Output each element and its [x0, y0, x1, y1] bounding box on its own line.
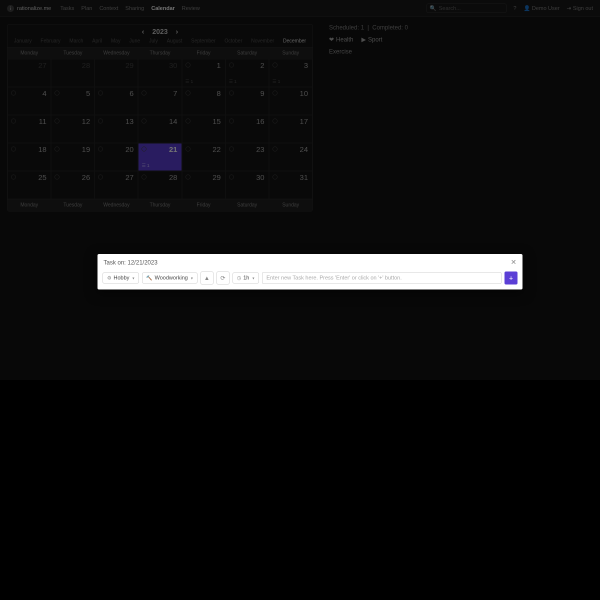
close-icon[interactable]: ✕	[511, 258, 517, 267]
chevron-down-icon	[190, 275, 193, 281]
modal-backdrop[interactable]	[0, 0, 600, 380]
task-input[interactable]	[262, 272, 502, 284]
category-label: Hobby	[113, 275, 129, 281]
flame-icon: ▲	[204, 275, 210, 282]
tool-icon: 🔨	[146, 275, 152, 281]
chevron-down-icon	[131, 275, 134, 281]
recurrence-button[interactable]: ⟳	[216, 272, 229, 285]
subcategory-dropdown[interactable]: 🔨 Woodworking	[142, 273, 197, 284]
priority-button[interactable]: ▲	[200, 272, 213, 285]
chevron-down-icon	[251, 275, 254, 281]
duration-label: 1h	[243, 275, 249, 281]
subcategory-label: Woodworking	[155, 275, 188, 281]
clock-icon: ◷	[237, 275, 241, 281]
gear-icon: ⚙	[107, 275, 111, 281]
app-shell: i rationalize.me TasksPlanContextSharing…	[0, 0, 600, 380]
repeat-icon: ⟳	[220, 275, 225, 282]
new-task-modal: Task on: 12/21/2023 ✕ ⚙ Hobby 🔨 Woodwork…	[98, 254, 523, 290]
add-task-button[interactable]: +	[505, 272, 518, 285]
duration-dropdown[interactable]: ◷ 1h	[232, 273, 259, 284]
modal-title: Task on: 12/21/2023	[104, 259, 158, 266]
category-dropdown[interactable]: ⚙ Hobby	[103, 273, 139, 284]
